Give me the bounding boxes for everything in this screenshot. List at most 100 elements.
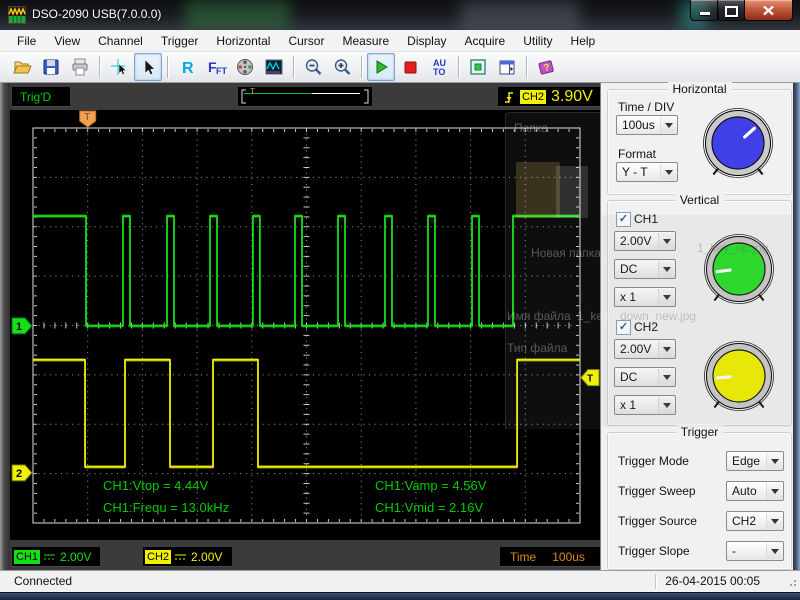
ch1-readout: CH1 2.00V [12,547,100,566]
printer-icon [70,57,91,77]
time-value: 100us [552,550,585,564]
chevron-down-icon [766,513,782,529]
stop-button[interactable] [396,53,424,81]
refresh-button[interactable]: R [173,53,201,81]
title-bar[interactable]: DSO-2090 USB(7.0.0.0) [0,0,800,30]
menu-item-file[interactable]: File [8,31,45,51]
time-div-select[interactable]: 100us [616,115,678,135]
trigger-sweep-select[interactable]: Auto [726,481,784,501]
window-bottom-border [0,592,800,600]
chevron-down-icon [658,233,674,249]
ch1-badge: CH1 [14,550,40,564]
stop-icon [400,57,421,77]
horizontal-position-knob[interactable] [696,101,780,185]
window-layout-icon [497,57,518,77]
ch2-enable-checkbox[interactable]: ✓ [616,320,631,335]
panel-toggle-button[interactable] [493,53,521,81]
ch2-volts-select[interactable]: 2.00V [614,339,676,359]
menu-item-help[interactable]: Help [562,31,605,51]
ch1-probe-value: x 1 [620,290,636,304]
zoom-out-icon [303,57,324,77]
svg-text:1: 1 [16,321,22,333]
print-button[interactable] [66,53,94,81]
fullscreen-button[interactable] [464,53,492,81]
close-icon [762,5,775,16]
waveform-button[interactable] [260,53,288,81]
window-title: DSO-2090 USB(7.0.0.0) [32,7,161,21]
format-value: Y - T [622,165,648,179]
zoom-in-button[interactable] [328,53,356,81]
desktop-glow [460,0,580,30]
chevron-down-icon [658,369,674,385]
ch2-coupling-value: DC [620,370,637,384]
horizontal-group-title: Horizontal [667,82,731,96]
svg-text:FT: FT [216,66,227,76]
waveform-preview-graph: T [238,87,372,106]
ch2-readout: CH2 2.00V [143,547,232,566]
ch1-probe-select[interactable]: x 1 [614,287,676,307]
menu-item-measure[interactable]: Measure [333,31,398,51]
record-button[interactable] [231,53,259,81]
window-left-border [0,83,10,570]
time-div-label: Time / DIV [618,100,674,114]
ch1-coupling-icon [43,551,57,563]
menu-item-horizontal[interactable]: Horizontal [207,31,279,51]
trigger-mode-select[interactable]: Edge [726,451,784,471]
trigger-group: Trigger Trigger ModeEdgeTrigger SweepAut… [607,432,792,570]
menu-item-trigger[interactable]: Trigger [152,31,208,51]
help-button[interactable]: ? [532,53,560,81]
chevron-down-icon [766,453,782,469]
start-button[interactable] [367,53,395,81]
trigger-level-box: CH2 3.90V [498,87,600,106]
ch1-volts-value: 2.00V [620,234,651,248]
ch1-volts-select[interactable]: 2.00V [614,231,676,251]
auto-button[interactable]: AUTO [425,53,453,81]
svg-text:T: T [250,87,255,96]
menu-item-channel[interactable]: Channel [89,31,152,51]
ch1-coupling-select[interactable]: DC [614,259,676,279]
desktop-glow [185,0,290,30]
status-bar: Connected 26-04-2015 00:05 [0,570,800,592]
pointer-tool-button[interactable] [134,53,162,81]
trigger-status-box: Trig'D [12,87,70,106]
chevron-down-icon [660,164,676,180]
letter-icon: R [177,57,198,77]
trigger-slope-label: Trigger Slope [618,544,690,558]
trigger-source-value: CH2 [732,514,756,528]
menu-item-acquire[interactable]: Acquire [456,31,515,51]
trigger-source-badge: CH2 [520,90,546,104]
time-div-value: 100us [622,118,655,132]
menu-item-view[interactable]: View [45,31,89,51]
ch2-probe-select[interactable]: x 1 [614,395,676,415]
save-button[interactable] [37,53,65,81]
menu-item-display[interactable]: Display [398,31,455,51]
waveform-preview[interactable]: T [238,87,372,106]
minimize-button[interactable] [690,0,719,21]
trigger-source-select[interactable]: CH2 [726,511,784,531]
close-button[interactable] [744,0,793,21]
zoom-out-button[interactable] [299,53,327,81]
trigger-mode-value: Edge [732,454,760,468]
svg-text:R: R [182,60,194,77]
maximize-button[interactable] [717,0,746,21]
resize-grip[interactable] [787,579,797,589]
ch1-position-knob[interactable] [697,227,781,311]
toolbar-separator [167,56,169,78]
waveform-icon [264,57,285,77]
trigger-mode-label: Trigger Mode [618,454,689,468]
ch1-enable-checkbox[interactable]: ✓ [616,212,631,227]
open-button[interactable] [8,53,36,81]
scope-display[interactable]: 12TTCH1:Vtop = 4.44VCH1:Frequ = 13.0kHzC… [10,110,600,540]
menu-item-utility[interactable]: Utility [514,31,561,51]
svg-text:TO: TO [433,67,445,77]
cursor-tool-button[interactable] [105,53,133,81]
ch2-badge: CH2 [145,550,171,564]
format-select[interactable]: Y - T [616,162,678,182]
trigger-slope-select[interactable]: - [726,541,784,561]
auto-icon: AUTO [429,57,450,77]
menu-item-cursor[interactable]: Cursor [279,31,333,51]
time-label: Time [510,550,536,564]
ch2-coupling-select[interactable]: DC [614,367,676,387]
fft-button[interactable]: FFT [202,53,230,81]
ch2-position-knob[interactable] [697,334,781,418]
